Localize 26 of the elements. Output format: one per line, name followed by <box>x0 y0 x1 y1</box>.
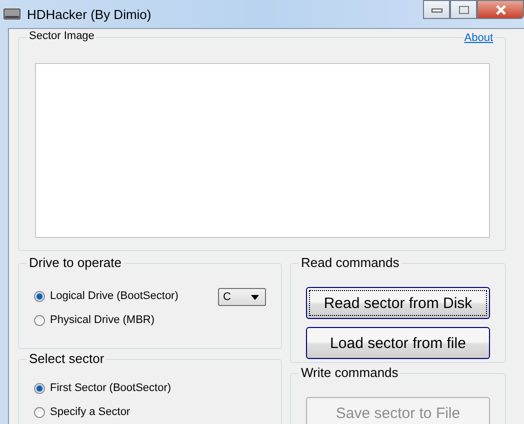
close-icon <box>494 4 506 14</box>
dropdown-arrow-icon <box>251 294 259 300</box>
command-button[interactable]: Load sector from file <box>306 327 490 359</box>
radio-button[interactable] <box>34 290 45 302</box>
radio-option[interactable]: First Sector (BootSector) <box>34 381 172 395</box>
group-title: Write commands <box>299 365 400 380</box>
hard-drive-icon <box>3 6 21 22</box>
radio-option[interactable]: Logical Drive (BootSector) <box>34 289 178 303</box>
radio-button[interactable] <box>34 314 45 326</box>
group-title: Sector Image <box>27 30 96 42</box>
command-button[interactable]: Read sector from Disk <box>306 287 490 319</box>
minimize-icon <box>430 6 442 12</box>
group-title: Drive to operate <box>27 255 124 270</box>
group-title: Select sector <box>27 351 106 366</box>
window-title: HDHacker (By Dimio) <box>27 6 152 22</box>
radio-option[interactable]: Specify a Sector <box>34 405 130 419</box>
radio-option[interactable]: Physical Drive (MBR) <box>34 313 155 327</box>
about-link[interactable]: About <box>464 32 493 44</box>
maximize-button[interactable] <box>450 0 477 19</box>
maximize-icon <box>458 4 470 14</box>
close-button[interactable] <box>477 0 524 19</box>
radio-button[interactable] <box>34 406 45 418</box>
drive-dropdown[interactable]: C <box>218 288 266 306</box>
radio-button[interactable] <box>34 382 45 394</box>
group-title: Read commands <box>299 255 402 270</box>
minimize-button[interactable] <box>423 0 450 19</box>
